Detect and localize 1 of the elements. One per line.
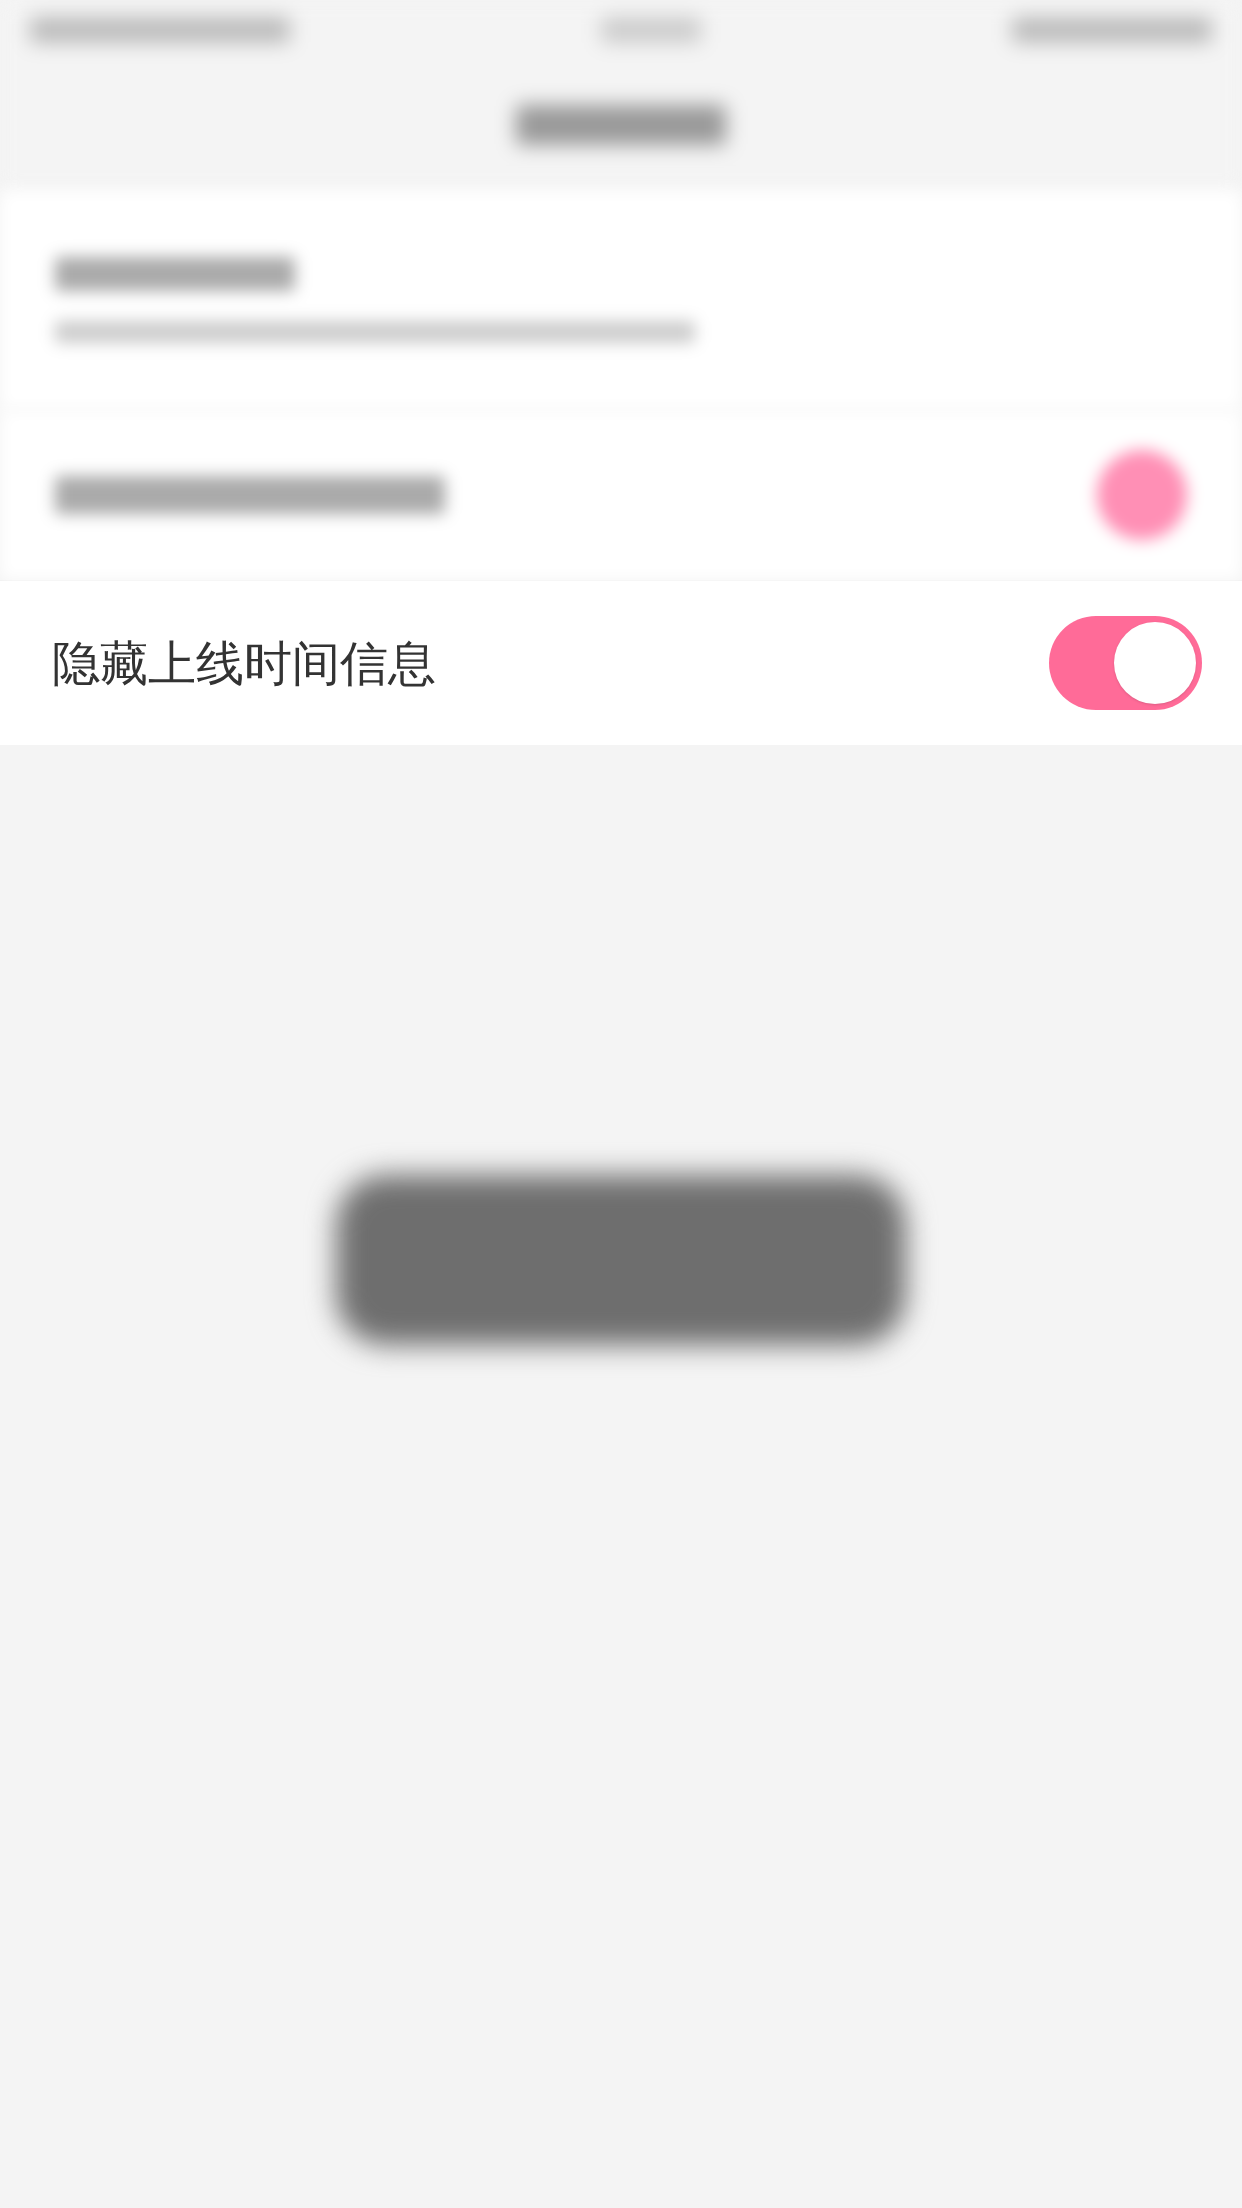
setting-label: 隐藏上线时间信息 xyxy=(52,634,436,693)
